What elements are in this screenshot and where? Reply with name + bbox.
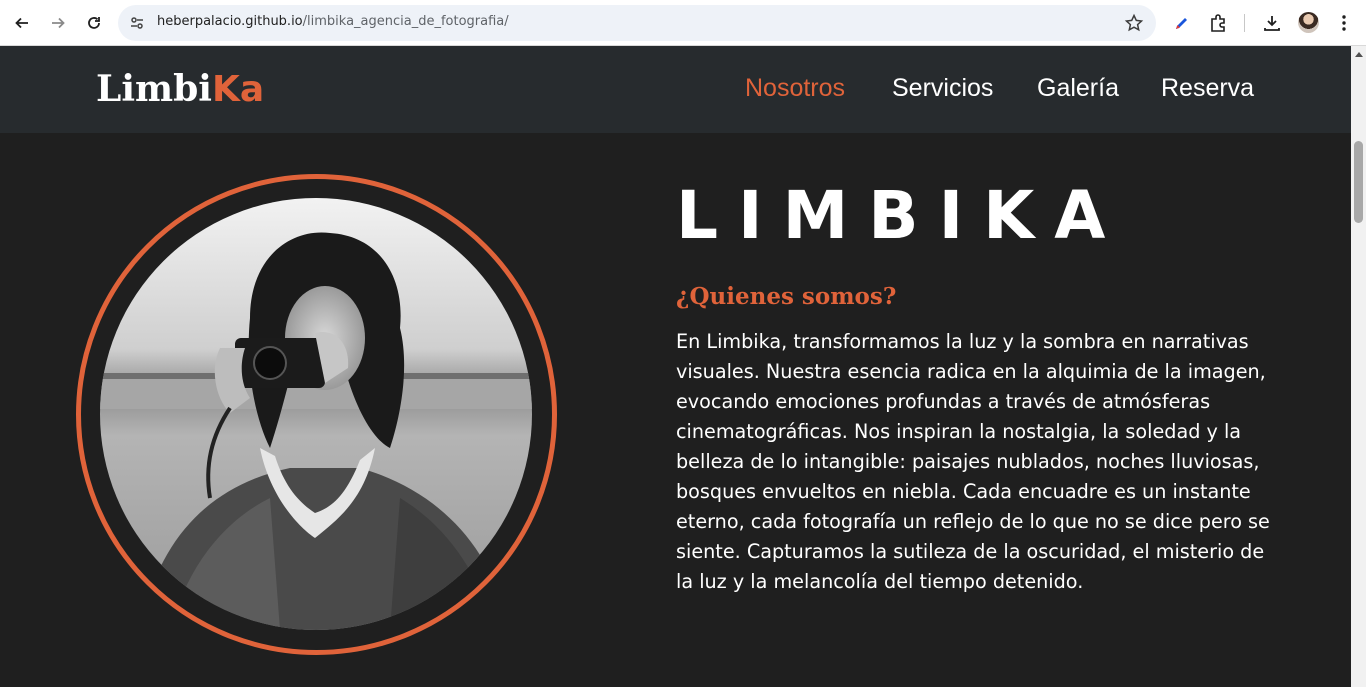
url-host: heberpalacio.github.io <box>157 14 303 29</box>
page-scrollbar[interactable] <box>1351 46 1366 687</box>
site-header: LimbiKa Nosotros Servicios Galería Reser… <box>0 46 1351 133</box>
back-arrow-icon <box>15 17 28 29</box>
site-info-icon[interactable] <box>128 14 146 32</box>
hero-title: LIMBIKA <box>676 177 1126 254</box>
hero-section: LIMBIKA ¿Quienes somos? En Limbika, tran… <box>0 133 1351 687</box>
nav-servicios[interactable]: Servicios <box>892 74 993 103</box>
toolbar-separator <box>1244 14 1245 32</box>
kebab-menu-icon[interactable] <box>1332 11 1356 35</box>
back-button[interactable] <box>7 8 37 38</box>
scroll-up-arrow-icon[interactable] <box>1355 52 1363 57</box>
reload-icon <box>88 17 100 29</box>
hero-description: En Limbika, transformamos la luz y la so… <box>676 330 1270 593</box>
extensions-puzzle-icon[interactable] <box>1206 11 1230 35</box>
browser-toolbar: heberpalacio.github.io/limbika_agencia_d… <box>0 0 1366 46</box>
hero-subtitle: ¿Quienes somos? <box>676 283 897 310</box>
forward-arrow-icon <box>52 17 65 29</box>
address-bar[interactable]: heberpalacio.github.io/limbika_agencia_d… <box>118 5 1156 41</box>
download-icon[interactable] <box>1260 11 1284 35</box>
forward-button[interactable] <box>43 8 73 38</box>
scroll-thumb[interactable] <box>1354 141 1363 223</box>
site-logo[interactable]: LimbiKa <box>96 68 264 110</box>
photographer-photo <box>100 198 532 630</box>
reload-button[interactable] <box>79 8 109 38</box>
nav-nosotros[interactable]: Nosotros <box>745 74 845 103</box>
logo-accent: Ka <box>211 69 265 110</box>
nav-reserva[interactable]: Reserva <box>1161 74 1254 103</box>
pen-extension-icon[interactable] <box>1170 11 1194 35</box>
profile-avatar[interactable] <box>1298 12 1319 33</box>
url-path: /limbika_agencia_de_fotografia/ <box>302 14 509 29</box>
bookmark-star-icon[interactable] <box>1124 13 1144 33</box>
logo-main: Limbi <box>96 68 212 110</box>
nav-galeria[interactable]: Galería <box>1037 74 1119 103</box>
url-text: heberpalacio.github.io/limbika_agencia_d… <box>157 14 509 29</box>
